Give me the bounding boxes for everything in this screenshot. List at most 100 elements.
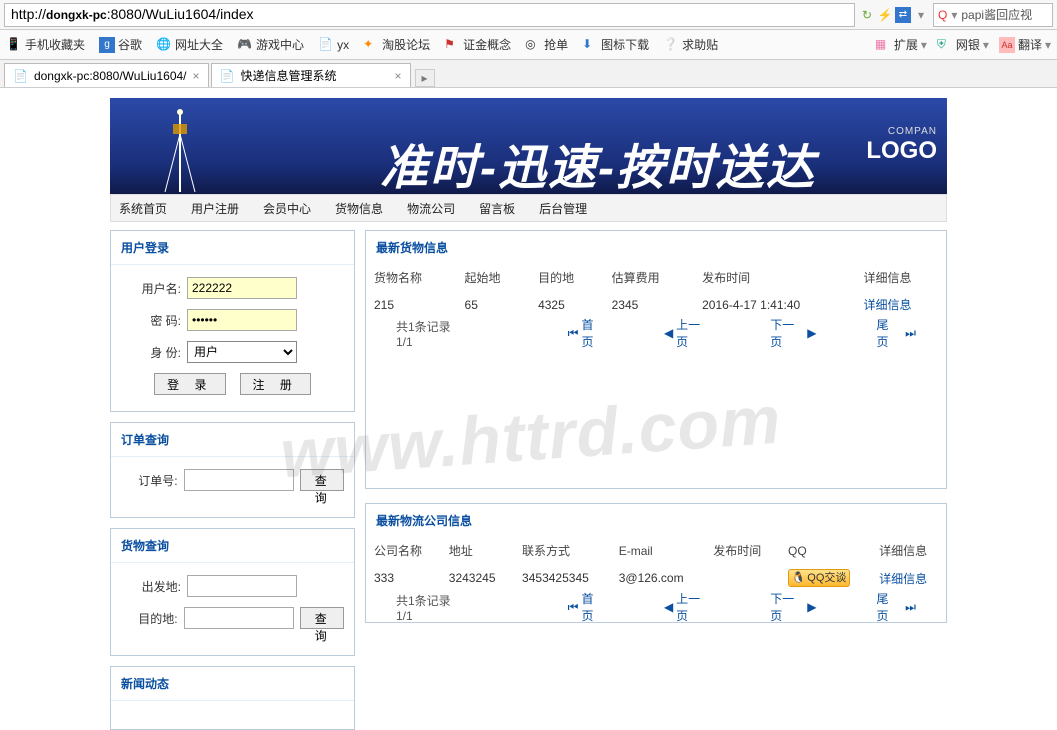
bookmark-sitedir[interactable]: 🌐网址大全 xyxy=(156,36,223,53)
order-query-title: 订单查询 xyxy=(111,423,354,457)
browser-search-input[interactable]: Q ▾ papi酱回应视 xyxy=(933,3,1053,27)
from-input[interactable] xyxy=(187,575,297,597)
search-placeholder: papi酱回应视 xyxy=(961,6,1032,23)
password-input[interactable] xyxy=(187,309,297,331)
cargo-table: 货物名称 起始地 目的地 估算费用 发布时间 详细信息 215 65 4325 … xyxy=(366,264,946,318)
nav-cargo[interactable]: 货物信息 xyxy=(335,200,383,217)
col-email: E-mail xyxy=(611,537,706,564)
pager-last[interactable]: 尾 页⏭ xyxy=(877,316,916,350)
next-icon: ▶ xyxy=(807,600,816,614)
password-label: 密 码: xyxy=(121,312,181,329)
register-button[interactable]: 注 册 xyxy=(240,373,311,395)
page-icon: 📄 xyxy=(220,69,235,83)
role-select[interactable]: 用户 xyxy=(187,341,297,363)
mobile-bookmarks[interactable]: 📱手机收藏夹 xyxy=(6,36,85,53)
pager-prev[interactable]: ◀上一页 xyxy=(664,590,710,624)
cell-cdetail[interactable]: 详细信息 xyxy=(871,564,946,592)
close-icon[interactable]: × xyxy=(395,69,402,83)
company-info-title: 最新物流公司信息 xyxy=(366,504,946,537)
address-bar: http://dongxk-pc:8080/WuLiu1604/index ↻ … xyxy=(0,0,1057,30)
col-cdetail: 详细信息 xyxy=(871,537,946,564)
gamepad-icon: 🎮 xyxy=(237,37,253,53)
bookmarks-bar: 📱手机收藏夹 g谷歌 🌐网址大全 🎮游戏中心 📄yx ✦淘股论坛 ⚑证金概念 ◎… xyxy=(0,30,1057,60)
cell-qq[interactable]: QQ交谈 xyxy=(780,564,871,592)
url-input[interactable]: http://dongxk-pc:8080/WuLiu1604/index xyxy=(4,3,855,27)
to-input[interactable] xyxy=(184,607,294,629)
col-cost: 估算费用 xyxy=(604,264,695,291)
ext-button[interactable]: ▦扩展 ▾ xyxy=(875,36,927,53)
pager-first[interactable]: ⏮首页 xyxy=(568,590,604,624)
nav-msgboard[interactable]: 留言板 xyxy=(479,200,515,217)
next-icon: ▶ xyxy=(807,326,816,340)
speed-icon[interactable]: ⇄ xyxy=(895,7,911,23)
col-cname: 公司名称 xyxy=(366,537,441,564)
nav-company[interactable]: 物流公司 xyxy=(407,200,455,217)
refresh-icon[interactable]: ↻ xyxy=(859,7,875,23)
login-panel: 用户登录 用户名: 密 码: 身 份:用户 登 录 注 册 xyxy=(110,230,355,412)
cell-detail[interactable]: 详细信息 xyxy=(855,291,946,318)
cargo-query-button[interactable]: 查询 xyxy=(300,607,344,629)
dropdown-icon[interactable]: ▾ xyxy=(913,7,929,23)
orderno-input[interactable] xyxy=(184,469,294,491)
search-dropdown-icon[interactable]: ▾ xyxy=(951,8,957,22)
globe-icon: 🌐 xyxy=(156,37,172,53)
nav-member[interactable]: 会员中心 xyxy=(263,200,311,217)
company-pager: 共1条记录 1/1 ⏮首页 ◀上一页 下一页▶ 尾 页⏭ xyxy=(366,592,946,622)
login-title: 用户登录 xyxy=(111,231,354,265)
nav-admin[interactable]: 后台管理 xyxy=(539,200,587,217)
news-title: 新闻动态 xyxy=(111,667,354,701)
bookmark-tubiao[interactable]: ⬇图标下载 xyxy=(582,36,649,53)
last-icon: ⏭ xyxy=(905,326,916,341)
cell-contact: 3453425345 xyxy=(514,564,611,592)
pager-info: 共1条记录 1/1 xyxy=(396,318,468,349)
bookmark-qiuzhu[interactable]: ❔求助贴 xyxy=(663,36,718,53)
tab-1[interactable]: 📄 dongxk-pc:8080/WuLiu1604/ × xyxy=(4,63,209,87)
news-panel: 新闻动态 xyxy=(110,666,355,730)
bank-button[interactable]: ⛨网银 ▾ xyxy=(937,36,989,53)
username-label: 用户名: xyxy=(121,280,181,297)
cell-name: 215 xyxy=(366,291,457,318)
new-tab-button[interactable]: ▸ xyxy=(415,69,435,87)
login-button[interactable]: 登 录 xyxy=(154,373,225,395)
address-actions: ↻ ⚡ ⇄ ▾ xyxy=(859,7,929,23)
translate-button[interactable]: Aa翻译 ▾ xyxy=(999,36,1051,53)
pager-first[interactable]: ⏮首页 xyxy=(568,316,604,350)
order-query-panel: 订单查询 订单号: 查询 xyxy=(110,422,355,518)
bookmark-yx[interactable]: 📄yx xyxy=(318,37,349,53)
pager-info: 共1条记录 1/1 xyxy=(396,592,468,623)
username-input[interactable] xyxy=(187,277,297,299)
orderno-label: 订单号: xyxy=(121,472,178,489)
search-provider-icon: Q xyxy=(938,8,947,22)
pager-next[interactable]: 下一页▶ xyxy=(770,590,816,624)
bookmark-games[interactable]: 🎮游戏中心 xyxy=(237,36,304,53)
cell-addr: 3243245 xyxy=(441,564,514,592)
bookmark-qiangdan[interactable]: ◎抢单 xyxy=(525,36,568,53)
col-pubtime: 发布时间 xyxy=(705,537,780,564)
first-icon: ⏮ xyxy=(568,600,579,615)
bookmark-zhengjin[interactable]: ⚑证金概念 xyxy=(444,36,511,53)
google-icon: g xyxy=(99,37,115,53)
prev-icon: ◀ xyxy=(664,600,673,614)
page-icon: 📄 xyxy=(318,37,334,53)
qq-chat-icon[interactable]: QQ交谈 xyxy=(788,569,850,587)
company-table: 公司名称 地址 联系方式 E-mail 发布时间 QQ 详细信息 333 324… xyxy=(366,537,946,592)
tab-2[interactable]: 📄 快递信息管理系统 × xyxy=(211,63,411,87)
bookmark-taogu[interactable]: ✦淘股论坛 xyxy=(363,36,430,53)
tab-bar: 📄 dongxk-pc:8080/WuLiu1604/ × 📄 快递信息管理系统… xyxy=(0,60,1057,88)
close-icon[interactable]: × xyxy=(193,69,200,83)
col-time: 发布时间 xyxy=(694,264,855,291)
nav-home[interactable]: 系统首页 xyxy=(119,200,167,217)
bookmark-google[interactable]: g谷歌 xyxy=(99,36,142,53)
first-icon: ⏮ xyxy=(568,326,579,341)
pager-prev[interactable]: ◀上一页 xyxy=(664,316,710,350)
cargo-info-panel: 最新货物信息 货物名称 起始地 目的地 估算费用 发布时间 详细信息 215 6… xyxy=(365,230,947,489)
cell-email: 3@126.com xyxy=(611,564,706,592)
banner: 准时-迅速-按时送达 COMPAN LOGO xyxy=(110,98,947,194)
pager-next[interactable]: 下一页▶ xyxy=(770,316,816,350)
pager-last[interactable]: 尾 页⏭ xyxy=(877,590,916,624)
cell-cost: 2345 xyxy=(604,291,695,318)
flash-icon[interactable]: ⚡ xyxy=(877,7,893,23)
nav-register[interactable]: 用户注册 xyxy=(191,200,239,217)
cell-cname: 333 xyxy=(366,564,441,592)
order-query-button[interactable]: 查询 xyxy=(300,469,344,491)
